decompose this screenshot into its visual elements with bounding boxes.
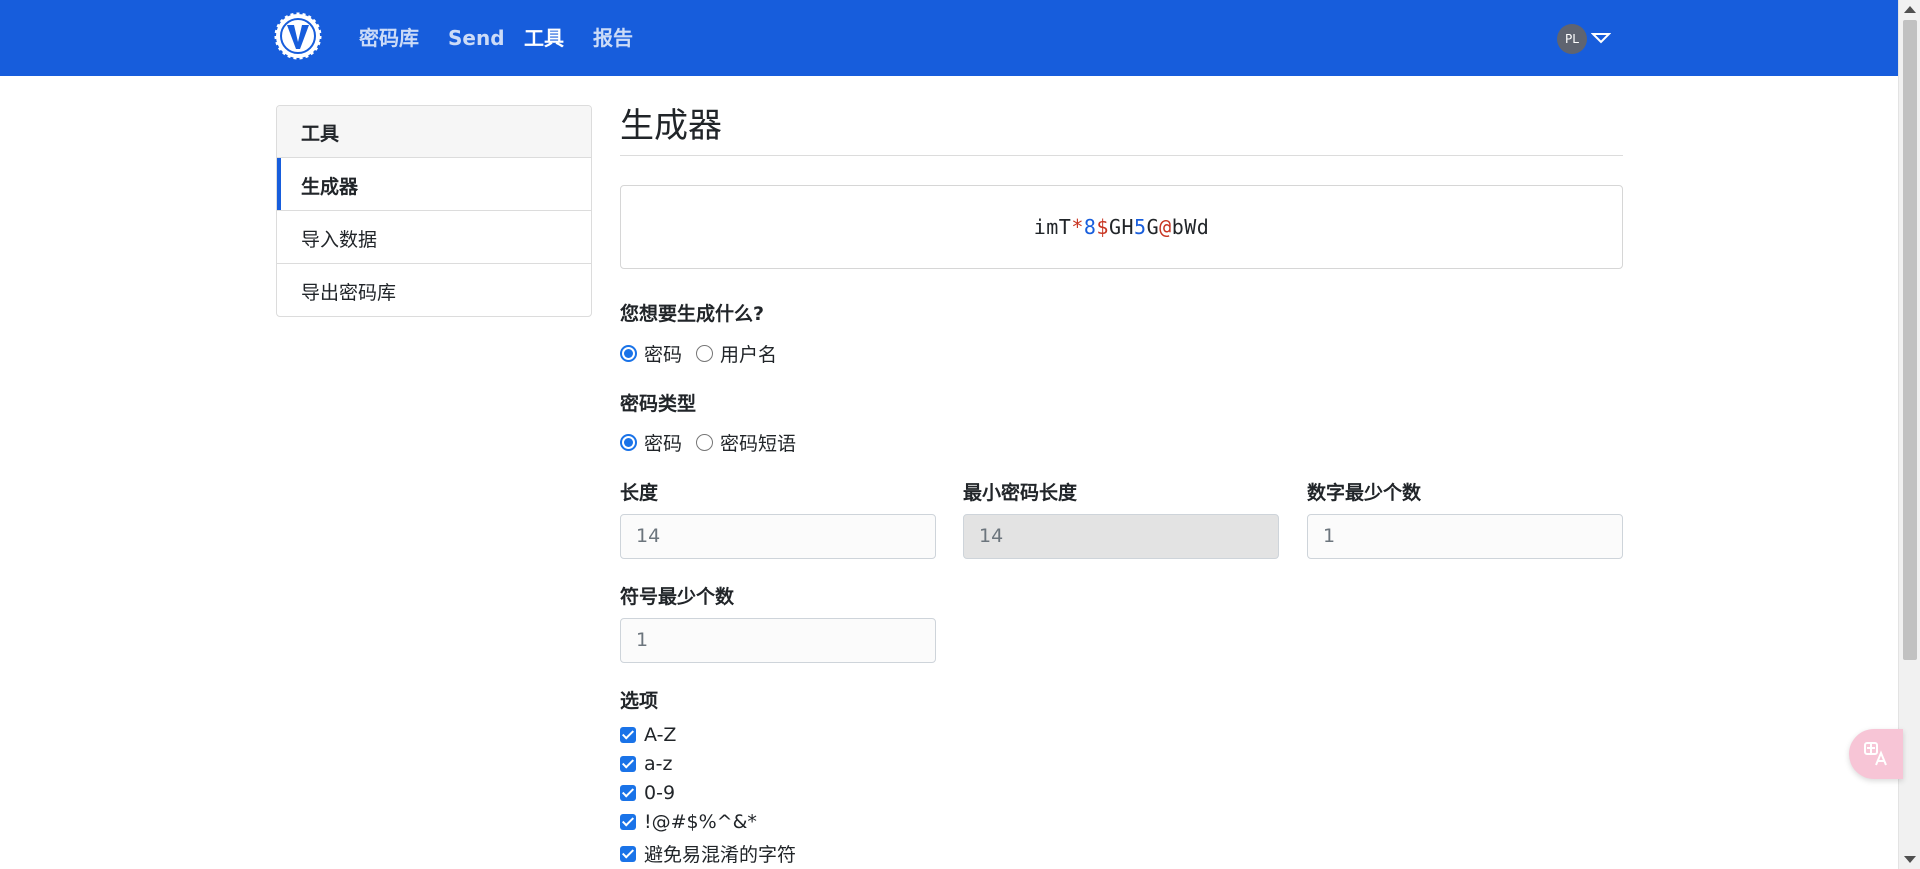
min-special-label: 符号最少个数 [620, 586, 735, 608]
option-special-label: !@#$%^&* [644, 811, 757, 833]
option-numbers-checkbox[interactable] [620, 785, 636, 801]
radio-type-password[interactable]: 密码 [620, 429, 682, 456]
min-length-label: 最小密码长度 [963, 482, 1078, 504]
vaultwarden-logo-icon[interactable] [274, 12, 322, 60]
radio-username-label: 用户名 [720, 344, 778, 366]
password-segment: imT [1033, 215, 1072, 239]
password-type-label: 密码类型 [620, 393, 697, 415]
nav-reports[interactable]: 报告 [593, 24, 633, 52]
scroll-up-icon[interactable] [1904, 6, 1916, 13]
option-uppercase-checkbox[interactable] [620, 727, 636, 743]
password-segment: G [1146, 215, 1160, 239]
option-special[interactable]: !@#$%^&* [620, 811, 757, 833]
scroll-down-icon[interactable] [1904, 856, 1916, 863]
option-avoid-ambiguous[interactable]: 避免易混淆的字符 [620, 840, 796, 867]
radio-type-password-label: 密码 [644, 433, 683, 455]
length-input[interactable]: 14 [620, 514, 936, 559]
password-segment: $ [1096, 215, 1109, 239]
password-segment: * [1071, 215, 1084, 239]
password-segment: @ [1159, 215, 1172, 239]
radio-password[interactable]: 密码 [620, 340, 682, 367]
password-segment: 8 [1083, 215, 1097, 239]
option-lowercase-label: a-z [644, 753, 673, 775]
chevron-down-icon[interactable] [1591, 31, 1611, 45]
radio-password-label: 密码 [644, 344, 683, 366]
option-numbers[interactable]: 0-9 [620, 782, 675, 804]
sidebar-item-generator[interactable]: 生成器 [277, 158, 591, 211]
title-divider [620, 155, 1623, 156]
radio-username[interactable]: 用户名 [696, 340, 777, 367]
option-avoid-ambiguous-label: 避免易混淆的字符 [644, 844, 797, 866]
radio-password-dot[interactable] [620, 345, 637, 362]
sidebar-heading: 工具 [277, 106, 591, 158]
password-segment: 5 [1134, 215, 1147, 239]
radio-type-passphrase-label: 密码短语 [720, 433, 797, 455]
min-special-input[interactable]: 1 [620, 618, 936, 663]
option-numbers-label: 0-9 [644, 782, 676, 804]
radio-type-passphrase-dot[interactable] [696, 434, 713, 451]
translate-icon [1864, 742, 1887, 766]
options-label: 选项 [620, 690, 659, 712]
generate-type-label: 您想要生成什么? [620, 303, 765, 325]
length-label: 长度 [620, 482, 659, 504]
password-segment: bWd [1171, 215, 1210, 239]
option-lowercase[interactable]: a-z [620, 753, 672, 775]
page-title: 生成器 [620, 106, 722, 146]
option-lowercase-checkbox[interactable] [620, 756, 636, 772]
option-special-checkbox[interactable] [620, 814, 636, 830]
nav-tools[interactable]: 工具 [524, 24, 564, 52]
avatar[interactable]: PL [1557, 24, 1587, 54]
tools-sidebar: 工具 生成器 导入数据 导出密码库 [276, 105, 592, 317]
option-uppercase-label: A-Z [644, 724, 677, 746]
password-segment: GH [1108, 215, 1135, 239]
radio-type-passphrase[interactable]: 密码短语 [696, 429, 796, 456]
min-numbers-input[interactable]: 1 [1307, 514, 1623, 559]
nav-vault[interactable]: 密码库 [359, 24, 419, 52]
option-uppercase[interactable]: A-Z [620, 724, 676, 746]
radio-type-password-dot[interactable] [620, 434, 637, 451]
sidebar-item-export[interactable]: 导出密码库 [277, 264, 591, 316]
scroll-thumb[interactable] [1903, 20, 1917, 660]
sidebar-item-import[interactable]: 导入数据 [277, 211, 591, 264]
generated-password[interactable]: imT*8$GH5G@bWd [620, 185, 1623, 269]
radio-username-dot[interactable] [696, 345, 713, 362]
option-avoid-ambiguous-checkbox[interactable] [620, 845, 636, 862]
nav-send[interactable]: Send [448, 24, 505, 52]
translate-float-button[interactable] [1849, 729, 1903, 779]
top-navbar: 密码库 Send 工具 报告 PL [0, 0, 1898, 76]
min-length-input: 14 [963, 514, 1279, 559]
min-numbers-label: 数字最少个数 [1307, 482, 1422, 504]
